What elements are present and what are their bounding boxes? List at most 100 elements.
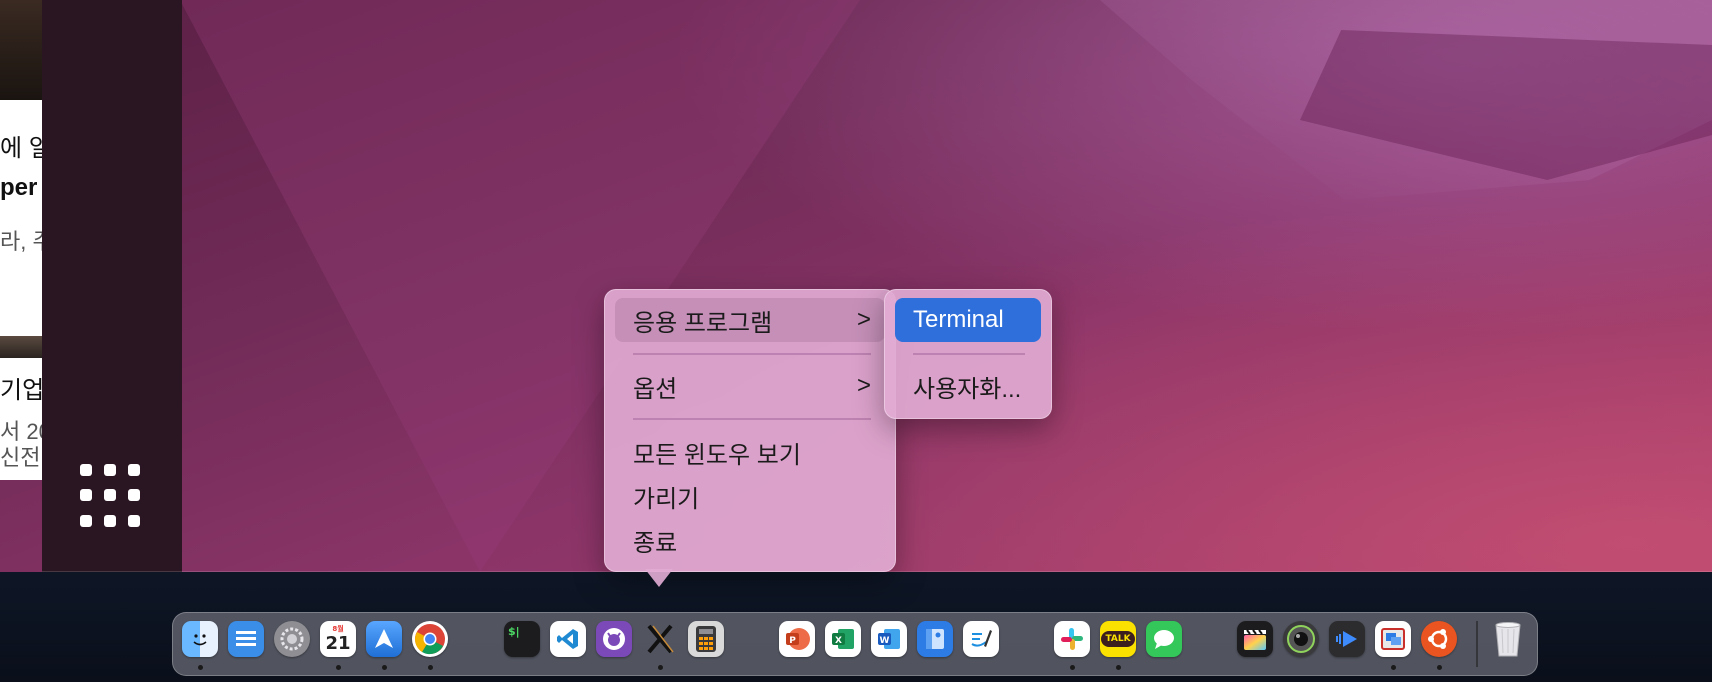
pen-scribble-icon	[971, 630, 992, 647]
menu-item-label: 종료	[633, 529, 678, 557]
video-app-icon[interactable]	[1329, 621, 1365, 657]
menu-item-label: 가리기	[633, 485, 700, 513]
grid-dot	[128, 514, 140, 527]
files-app-icon[interactable]	[228, 621, 264, 657]
svg-text:P: P	[789, 636, 796, 646]
excel-icon[interactable]: X	[825, 621, 861, 657]
gear-icon	[280, 627, 304, 651]
word-icon[interactable]: W	[871, 621, 907, 657]
spark-mail-icon[interactable]	[366, 621, 402, 657]
windows-stack-icon	[1381, 628, 1405, 650]
running-indicator	[198, 665, 203, 670]
notebook-icon	[926, 629, 944, 649]
dock-context-menu: 응용 프로그램 > 옵션 > 모든 윈도우 보기 가리기 종료	[604, 289, 896, 572]
system-settings-icon[interactable]	[274, 621, 310, 657]
menu-item-label: 모든 윈도우 보기	[633, 441, 801, 469]
calculator-icon[interactable]	[688, 621, 724, 657]
menu-item-applications[interactable]: 응용 프로그램 >	[615, 298, 885, 342]
menu-item-label: 옵션	[633, 375, 678, 403]
running-indicator	[1116, 665, 1121, 670]
kakaotalk-label: TALK	[1101, 631, 1135, 647]
article-snippet-fragment: 신전	[0, 445, 41, 470]
applications-submenu: Terminal 사용자화...	[884, 289, 1052, 419]
menu-item-show-all-windows[interactable]: 모든 윈도우 보기	[615, 430, 885, 474]
powerpoint-icon[interactable]: P	[779, 621, 815, 657]
terminal-icon[interactable]: $|	[504, 621, 540, 657]
messages-icon[interactable]	[1146, 621, 1182, 657]
grid-dot	[128, 489, 140, 502]
freeform-icon[interactable]	[963, 621, 999, 657]
powerpoint-logo-icon: P	[786, 628, 810, 650]
clapperboard-icon	[1244, 629, 1266, 650]
svg-text:W: W	[880, 636, 890, 646]
kakaotalk-icon[interactable]: TALK	[1100, 621, 1136, 657]
word-logo-icon: W	[878, 629, 900, 649]
vscode-icon[interactable]	[550, 621, 586, 657]
grid-dot	[104, 489, 116, 502]
notes-app-icon[interactable]	[917, 621, 953, 657]
thumbnail-image	[0, 0, 42, 100]
camera-app-icon[interactable]	[1283, 621, 1319, 657]
x-letter-icon	[647, 624, 674, 654]
running-indicator	[336, 665, 341, 670]
github-desktop-icon[interactable]	[596, 621, 632, 657]
grid-dot	[80, 514, 92, 527]
github-cat-icon	[603, 628, 625, 650]
play-icon	[1336, 631, 1357, 647]
background-window-edge[interactable]: 에 일 per 라, 주 기업 서 20 신전	[0, 0, 42, 480]
app-grid-icon[interactable]	[80, 464, 144, 528]
article-title-fragment: per	[0, 174, 38, 201]
calendar-day: 21	[325, 632, 351, 654]
menu-item-hide[interactable]: 가리기	[615, 474, 885, 518]
grid-dot	[80, 464, 92, 476]
chevron-right-icon: >	[856, 306, 871, 333]
grid-dot	[128, 464, 140, 476]
menu-pointer-arrow	[645, 569, 673, 587]
trash-icon[interactable]	[1490, 621, 1526, 657]
calendar-icon[interactable]: 8월 21	[320, 621, 356, 657]
chrome-icon[interactable]	[412, 621, 448, 657]
running-indicator	[1391, 665, 1396, 670]
finder-icon[interactable]	[182, 621, 218, 657]
chrome-logo-icon	[415, 624, 445, 655]
grid-dot	[104, 464, 116, 476]
submenu-item-customize[interactable]: 사용자화...	[895, 364, 1041, 408]
xquartz-icon[interactable]	[642, 621, 678, 657]
final-cut-pro-icon[interactable]	[1237, 621, 1273, 657]
dock: 8월 21 $| P X W TALK	[172, 612, 1538, 676]
article-title-fragment: 에 일	[0, 135, 42, 162]
ubuntu-icon[interactable]	[1421, 621, 1457, 657]
thumbnail-image	[0, 336, 42, 358]
submenu-item-label: 사용자화...	[913, 375, 1022, 403]
article-snippet-fragment: 라, 주	[0, 229, 42, 254]
menu-separator	[633, 418, 871, 420]
menu-separator	[913, 353, 1025, 355]
slack-logo-icon	[1061, 628, 1083, 650]
list-icon	[236, 631, 256, 646]
submenu-item-terminal[interactable]: Terminal	[895, 298, 1041, 342]
excel-logo-icon: X	[832, 629, 854, 649]
submenu-item-label: Terminal	[913, 306, 1004, 333]
slack-icon[interactable]	[1054, 621, 1090, 657]
ubuntu-logo-icon	[1428, 629, 1448, 649]
grid-dot	[80, 489, 92, 502]
menu-item-options[interactable]: 옵션 >	[615, 364, 885, 408]
running-indicator	[1070, 665, 1075, 670]
lens-icon	[1287, 625, 1315, 653]
running-indicator	[1437, 665, 1442, 670]
menu-item-quit[interactable]: 종료	[615, 518, 885, 562]
article-title-fragment: 기업	[0, 377, 42, 404]
dock-divider	[1476, 621, 1478, 667]
paper-plane-icon	[375, 629, 393, 648]
chevron-right-icon: >	[856, 372, 871, 399]
parallels-icon[interactable]	[1375, 621, 1411, 657]
trash-can-icon	[1495, 622, 1521, 657]
running-indicator	[658, 665, 663, 670]
menu-separator	[633, 353, 871, 355]
finder-face-icon	[193, 634, 207, 646]
running-indicator	[382, 665, 387, 670]
calculator-keys-icon	[696, 626, 716, 652]
speech-bubble-icon	[1154, 630, 1174, 649]
running-indicator	[428, 665, 433, 670]
svg-text:X: X	[835, 636, 842, 646]
